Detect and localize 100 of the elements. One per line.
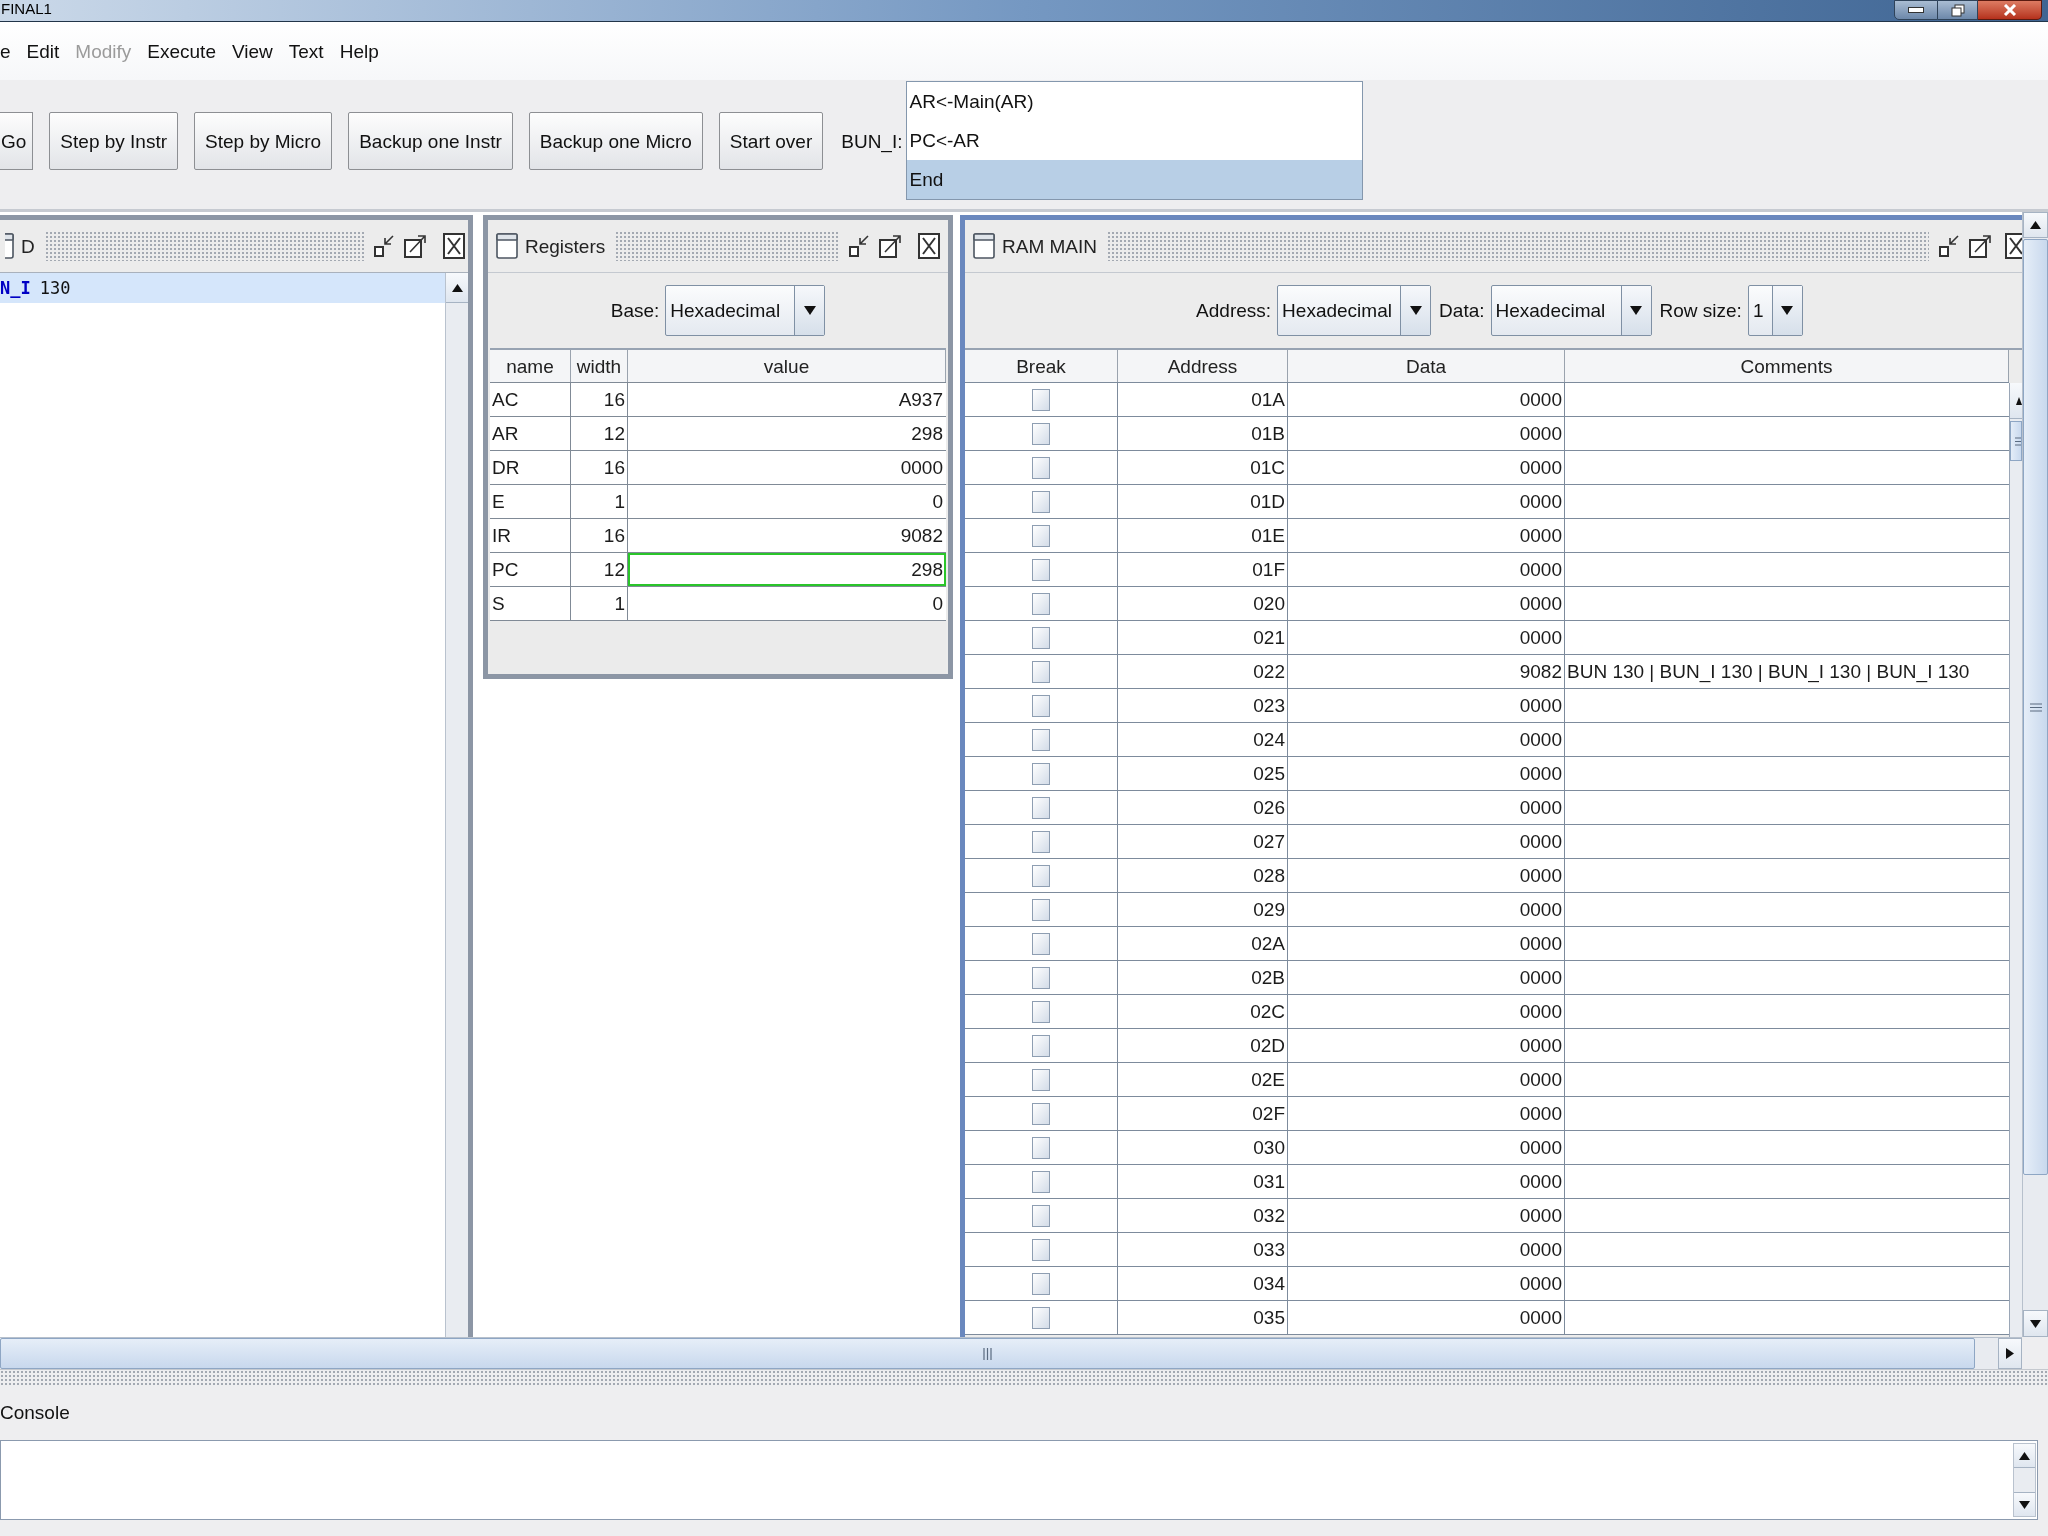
menu-item[interactable]: e: [0, 41, 11, 61]
checkbox[interactable]: [1032, 1136, 1050, 1159]
checkbox[interactable]: [1032, 728, 1050, 751]
column-header[interactable]: Comments: [1565, 350, 2009, 382]
checkbox[interactable]: [1032, 626, 1050, 649]
table-cell: 0000: [1288, 519, 1565, 552]
checkbox[interactable]: [1032, 1068, 1050, 1091]
minimize-button[interactable]: [1894, 0, 1938, 20]
close-button[interactable]: [443, 233, 465, 259]
iconify-button[interactable]: [1938, 233, 1960, 259]
dropdown-arrow-button[interactable]: [794, 286, 825, 335]
window-icon: [5, 233, 14, 259]
dropdown-arrow-button[interactable]: [1620, 286, 1651, 335]
close-button[interactable]: [2005, 233, 2022, 259]
checkbox[interactable]: [1032, 1204, 1050, 1227]
checkbox[interactable]: [1032, 592, 1050, 615]
maximize-button[interactable]: [1968, 233, 1992, 259]
toolbar-button[interactable]: Step by Instr: [49, 112, 179, 170]
scroll-thumb[interactable]: [2010, 421, 2022, 461]
checkbox[interactable]: [1032, 830, 1050, 853]
checkbox[interactable]: [1032, 1102, 1050, 1125]
checkbox[interactable]: [1032, 898, 1050, 921]
table-cell: 01C: [1118, 451, 1288, 484]
iconify-button[interactable]: [373, 233, 395, 259]
toolbar-button[interactable]: Start over: [718, 112, 824, 170]
table-cell: 0000: [1288, 621, 1565, 654]
checkbox[interactable]: [1032, 456, 1050, 479]
checkbox[interactable]: [1032, 558, 1050, 581]
toolbar-button[interactable]: Backup one Instr: [348, 112, 513, 170]
column-header[interactable]: Address: [1118, 350, 1288, 382]
dropdown[interactable]: Hexadecimal: [665, 285, 826, 336]
checkbox[interactable]: [1032, 694, 1050, 717]
dropdown[interactable]: 1: [1747, 285, 1803, 336]
grip-icon: [2029, 702, 2042, 712]
column-header[interactable]: name: [490, 350, 571, 382]
menu-item[interactable]: Edit: [26, 41, 60, 61]
list-item[interactable]: End: [907, 160, 1363, 199]
checkbox[interactable]: [1032, 1000, 1050, 1023]
checkbox[interactable]: [1032, 660, 1050, 683]
close-button[interactable]: [1978, 0, 2042, 20]
vertical-scrollbar[interactable]: [445, 273, 468, 1337]
close-icon: [918, 233, 940, 259]
vertical-scrollbar[interactable]: [2013, 1443, 2036, 1517]
checkbox[interactable]: [1032, 388, 1050, 411]
scroll-up-button[interactable]: [2023, 212, 2048, 238]
scroll-thumb[interactable]: [2023, 239, 2048, 1175]
checkbox[interactable]: [1032, 796, 1050, 819]
triangle-up-icon: [2030, 221, 2041, 229]
checkbox[interactable]: [1032, 1034, 1050, 1057]
menu-item[interactable]: Execute: [147, 41, 216, 61]
minimize-icon: [1938, 233, 1960, 259]
restore-button[interactable]: [1938, 0, 1978, 20]
column-header[interactable]: value: [628, 350, 946, 382]
checkbox[interactable]: [1032, 1306, 1050, 1329]
dropdown-arrow-button[interactable]: [1400, 286, 1431, 335]
column-header[interactable]: width: [571, 350, 628, 382]
checkbox[interactable]: [1032, 524, 1050, 547]
vertical-scrollbar[interactable]: [2009, 383, 2022, 1337]
table-cell: 027: [1118, 825, 1288, 858]
checkbox[interactable]: [1032, 1272, 1050, 1295]
close-icon: [2002, 4, 2017, 16]
iconify-button[interactable]: [848, 233, 870, 259]
scroll-up-button[interactable]: [2010, 383, 2022, 419]
vertical-scrollbar[interactable]: [2022, 212, 2048, 1337]
maximize-button[interactable]: [403, 233, 427, 259]
table-cell: 0000: [1288, 1131, 1565, 1164]
maximize-icon: [403, 233, 427, 259]
scroll-up-button[interactable]: [446, 273, 468, 303]
checkbox[interactable]: [1032, 762, 1050, 785]
checkbox[interactable]: [1032, 1238, 1050, 1261]
maximize-button[interactable]: [878, 233, 902, 259]
dropdown[interactable]: Hexadecimal: [1490, 285, 1652, 336]
scroll-down-button[interactable]: [2023, 1310, 2048, 1337]
scroll-right-button[interactable]: [1998, 1338, 2022, 1369]
table-cell: AR: [490, 417, 571, 450]
column-header[interactable]: Data: [1288, 350, 1565, 382]
toolbar-button[interactable]: Step by Micro: [194, 112, 333, 170]
checkbox[interactable]: [1032, 490, 1050, 513]
code-editor[interactable]: N_I 130: [0, 273, 445, 1337]
menu-item[interactable]: View: [231, 41, 273, 61]
checkbox[interactable]: [1032, 932, 1050, 955]
toolbar-button[interactable]: Go: [0, 112, 34, 170]
step-list-label: BUN_I:: [841, 132, 903, 151]
menu-item[interactable]: Text: [288, 41, 324, 61]
column-header[interactable]: Break: [965, 350, 1118, 382]
dropdown-arrow-button[interactable]: [1771, 286, 1802, 335]
close-button[interactable]: [918, 233, 940, 259]
maximize-icon: [1968, 233, 1992, 259]
scroll-up-button[interactable]: [2014, 1444, 2035, 1468]
caret-down-icon: [1409, 306, 1422, 315]
toolbar-button[interactable]: Backup one Micro: [528, 112, 703, 170]
dropdown[interactable]: Hexadecimal: [1277, 285, 1432, 336]
checkbox[interactable]: [1032, 864, 1050, 887]
table-cell: 298: [628, 553, 946, 586]
checkbox[interactable]: [1032, 422, 1050, 445]
table-cell: 022: [1118, 655, 1288, 688]
menu-item[interactable]: Help: [339, 41, 379, 61]
scroll-down-button[interactable]: [2014, 1492, 2035, 1516]
checkbox[interactable]: [1032, 1170, 1050, 1193]
checkbox[interactable]: [1032, 966, 1050, 989]
